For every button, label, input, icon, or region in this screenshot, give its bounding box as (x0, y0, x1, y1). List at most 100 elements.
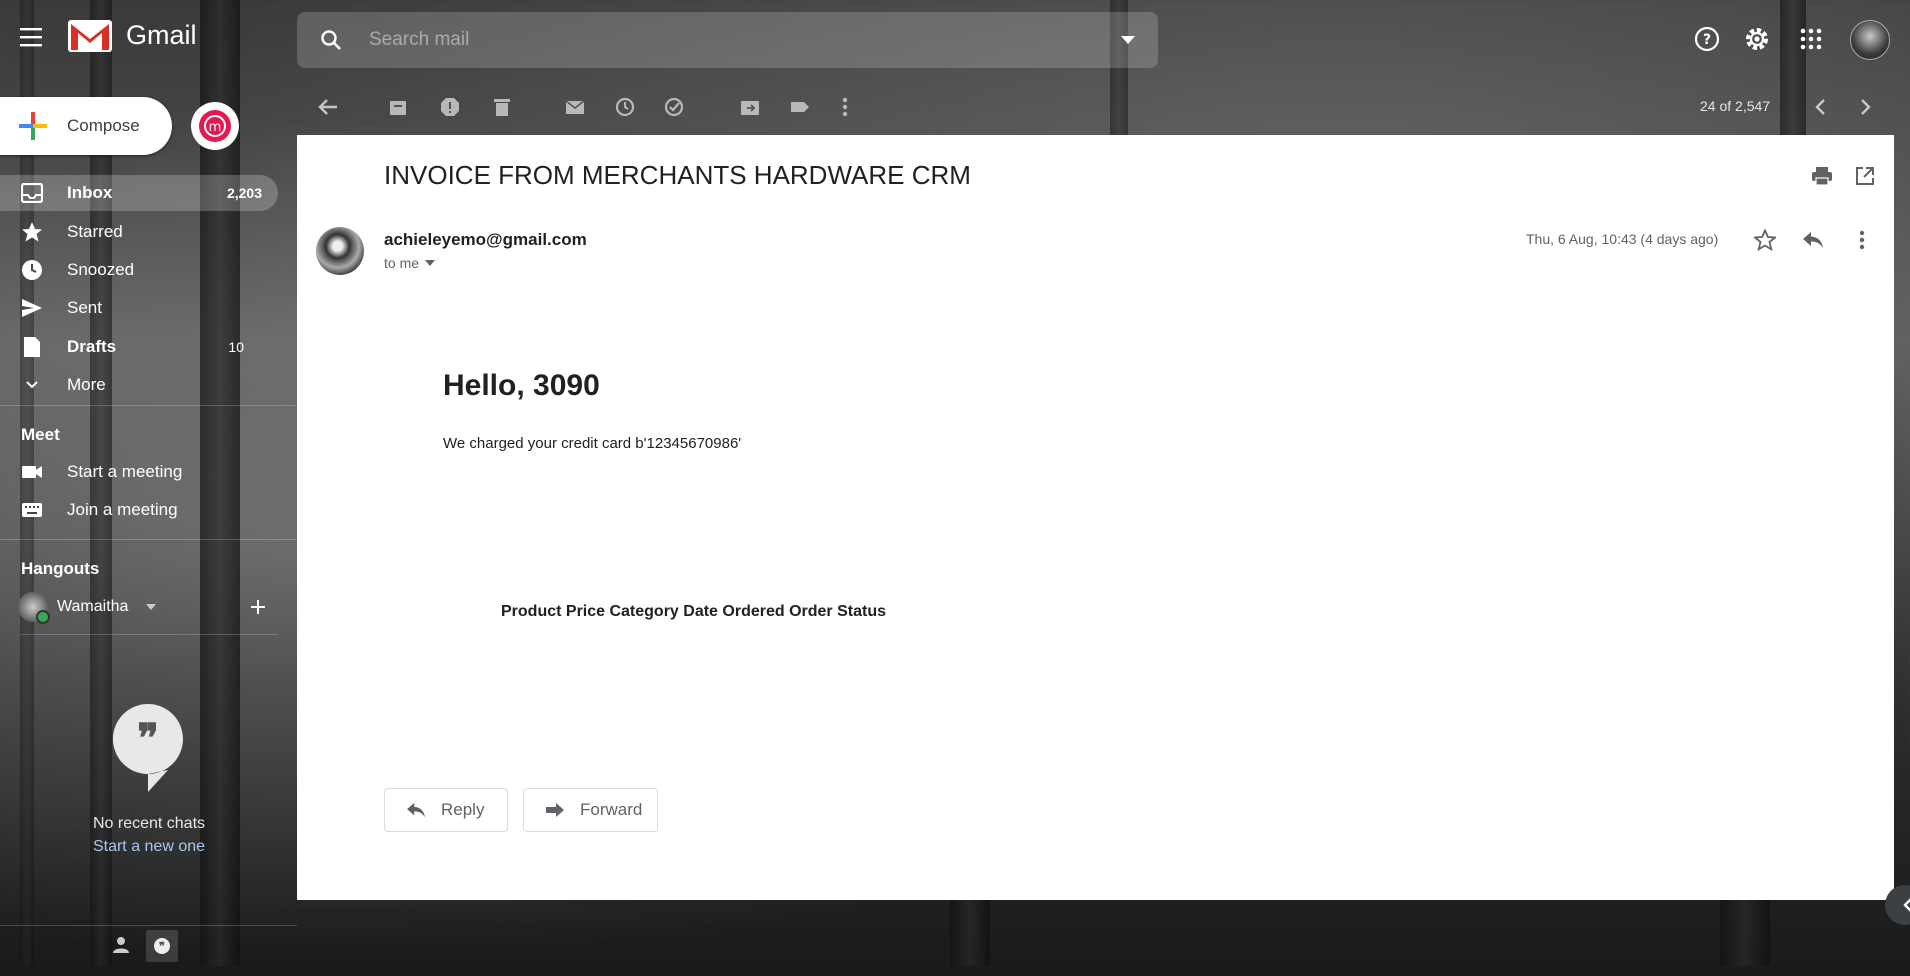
reply-label: Reply (441, 800, 485, 819)
newer-chevron-left-icon[interactable] (1807, 94, 1833, 120)
send-icon (20, 296, 44, 320)
online-status-dot (36, 610, 50, 624)
hangouts-quote-icon: ❞ (111, 702, 185, 792)
app-name: Gmail (126, 19, 197, 50)
report-spam-icon[interactable] (437, 94, 463, 120)
draft-count: 10 (228, 339, 244, 355)
gmail-m-icon (68, 18, 112, 52)
back-arrow-icon[interactable] (315, 94, 341, 120)
sidebar-item-label: Snoozed (67, 260, 135, 279)
start-new-chat-link[interactable]: Start a new one (80, 838, 218, 856)
sidebar-divider (0, 405, 297, 406)
account-avatar[interactable] (1850, 20, 1890, 60)
message-toolbar (297, 86, 1897, 130)
add-contact-plus-icon[interactable] (250, 599, 266, 615)
no-recent-chats-text: No recent chats (92, 815, 206, 832)
reply-button[interactable]: Reply (384, 788, 508, 832)
chevron-down-icon (425, 260, 436, 266)
sidebar-bottom-bar: ❞ (0, 925, 297, 966)
meet-item-label: Join a meeting (67, 500, 178, 519)
sidebar-divider (0, 539, 297, 540)
message-panel: INVOICE FROM MERCHANTS HARDWARE CRM achi… (297, 135, 1894, 900)
meet-item-label: Start a meeting (67, 462, 183, 481)
sidebar-item-drafts[interactable]: Drafts 10 (0, 329, 278, 365)
more-vert-icon[interactable] (1849, 227, 1875, 253)
sender-email[interactable]: achieleyemo@gmail.com (384, 230, 587, 250)
forward-icon (544, 799, 566, 821)
sender-avatar[interactable] (316, 227, 364, 275)
background-tree (1720, 900, 1770, 966)
forward-button[interactable]: Forward (523, 788, 658, 832)
star-icon (20, 220, 44, 244)
hangouts-user-name: Wamaitha (57, 598, 129, 615)
main-menu-button[interactable] (20, 27, 48, 51)
clock-icon (20, 258, 44, 282)
svg-text:❞: ❞ (159, 940, 165, 953)
older-chevron-right-icon[interactable] (1853, 94, 1879, 120)
add-task-icon[interactable] (662, 94, 688, 120)
help-icon[interactable]: ? (1690, 22, 1724, 56)
message-subject: INVOICE FROM MERCHANTS HARDWARE CRM (384, 160, 971, 190)
sidebar-item-label: Sent (67, 298, 102, 317)
sidebar-item-label: Drafts (67, 337, 117, 356)
svg-text:❞: ❞ (137, 715, 159, 762)
recipient-details-toggle[interactable]: to me (384, 255, 436, 271)
hangouts-chat-icon[interactable]: ❞ (146, 930, 178, 962)
recipient-label: to me (384, 255, 420, 271)
contacts-person-icon[interactable] (112, 936, 130, 954)
compose-plus-icon (17, 110, 49, 142)
more-vert-icon[interactable] (832, 94, 858, 120)
sidebar-item-snoozed[interactable]: Snoozed (0, 252, 278, 288)
snooze-icon[interactable] (612, 94, 638, 120)
print-icon[interactable] (1810, 164, 1834, 188)
message-date: Thu, 6 Aug, 10:43 (4 days ago) (1526, 231, 1719, 247)
avatar (18, 592, 50, 624)
settings-gear-icon[interactable] (1740, 22, 1774, 56)
reply-icon[interactable] (1800, 227, 1826, 253)
open-in-new-window-icon[interactable] (1853, 164, 1877, 188)
forward-label: Forward (580, 800, 643, 819)
sidebar-item-sent[interactable]: Sent (0, 290, 278, 326)
reply-icon (405, 799, 427, 821)
sidebar-item-more[interactable]: More (0, 367, 278, 403)
sidebar-item-inbox[interactable]: Inbox 2,203 (0, 175, 278, 211)
search-icon[interactable] (317, 26, 345, 54)
sidebar-item-label: More (67, 375, 106, 394)
search-options-icon[interactable] (1118, 30, 1138, 50)
message-pager: 24 of 2,547 (1700, 98, 1771, 114)
meet-join-meeting[interactable]: Join a meeting (0, 492, 278, 528)
hangouts-user[interactable]: Wamaitha (18, 590, 278, 624)
move-to-icon[interactable] (737, 94, 763, 120)
mark-unread-icon[interactable] (562, 94, 588, 120)
top-bar: Gmail ? (0, 0, 1910, 78)
chevron-left-icon (1902, 897, 1910, 913)
meet-start-meeting[interactable]: Start a meeting (0, 454, 278, 490)
background-tree (950, 900, 990, 966)
keyboard-icon (20, 498, 44, 522)
draft-icon (20, 335, 44, 359)
extension-button[interactable]: m (191, 102, 239, 150)
sidebar-item-label: Inbox (67, 183, 113, 202)
unread-count: 2,203 (226, 185, 262, 201)
search-bar[interactable] (297, 12, 1158, 68)
email-body-text: We charged your credit card b'1234567098… (443, 435, 742, 452)
compose-label: Compose (67, 116, 140, 135)
gmail-logo[interactable]: Gmail (68, 18, 197, 52)
star-icon[interactable] (1752, 227, 1778, 253)
search-input[interactable] (367, 28, 1111, 52)
apps-grid-icon[interactable] (1794, 22, 1828, 56)
os-taskbar (0, 966, 1910, 976)
video-camera-icon (20, 460, 44, 484)
sidebar-item-label: Starred (67, 222, 123, 241)
sidebar-item-starred[interactable]: Starred (0, 214, 278, 250)
chevron-down-icon[interactable] (146, 604, 157, 610)
meet-section-title: Meet (21, 425, 60, 444)
label-icon[interactable] (787, 94, 813, 120)
sidebar-divider (20, 634, 278, 635)
mailtrack-icon: m (198, 109, 232, 143)
compose-button[interactable]: Compose (0, 97, 172, 155)
delete-icon[interactable] (489, 94, 515, 120)
archive-icon[interactable] (385, 94, 411, 120)
chevron-down-icon (20, 373, 44, 397)
email-greeting: Hello, 3090 (443, 369, 600, 402)
